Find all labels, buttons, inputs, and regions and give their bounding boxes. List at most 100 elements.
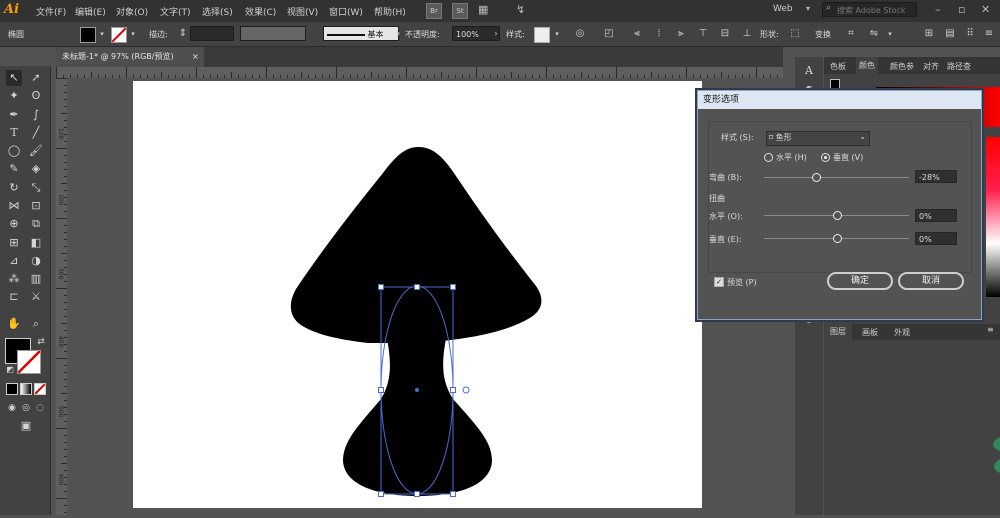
align-top-icon[interactable]: ⊤ [697, 28, 709, 40]
line-tool-icon[interactable]: ╱ [28, 125, 44, 141]
zoom-tool-icon[interactable]: ⌕ [28, 316, 44, 332]
paintbrush-tool-icon[interactable]: 🖌 [28, 143, 44, 159]
symbol-sprayer-tool-icon[interactable]: ⁂ [6, 271, 22, 287]
recolor-artwork-icon[interactable]: ◎ [574, 28, 586, 40]
stroke-weight-field[interactable] [190, 26, 234, 41]
scale-tool-icon[interactable]: ⤡ [28, 180, 44, 196]
fill-chevron-icon[interactable]: ▾ [96, 28, 108, 40]
pen-tool-icon[interactable]: ✒ [6, 107, 22, 123]
align-left-icon[interactable]: ⫷ [631, 28, 643, 40]
horizontal-radio[interactable] [764, 153, 773, 162]
mesh-tool-icon[interactable]: ⊞ [6, 235, 22, 251]
gpu-performance-icon[interactable]: ↯ [516, 3, 525, 16]
column-graph-tool-icon[interactable]: ▥ [28, 271, 44, 287]
color-mode-icon[interactable] [6, 383, 18, 395]
opacity-arrow-icon[interactable]: › [490, 28, 502, 40]
default-colors-icon[interactable]: ◩ [2, 362, 18, 378]
bend-slider-track[interactable] [764, 177, 909, 178]
tab-color-guide[interactable]: 颜色参 [890, 61, 914, 72]
distortion-vertical-field[interactable]: 0% [915, 232, 957, 245]
style-dropdown[interactable]: ⌑ 鱼形 ⌄ [766, 131, 870, 146]
color-ramp[interactable] [986, 137, 1000, 297]
distortion-horizontal-thumb[interactable] [832, 211, 842, 220]
tab-swatches[interactable]: 色板 [830, 61, 846, 72]
brush-chevron-icon[interactable]: ▾ [392, 28, 404, 40]
vertical-radio[interactable] [821, 153, 830, 162]
fill-indicator[interactable] [830, 79, 840, 89]
document-tab[interactable]: 未标题-1* @ 97% (RGB/预览) × [56, 47, 204, 67]
align-vcenter-icon[interactable]: ⊟ [719, 28, 731, 40]
draw-inside-icon[interactable]: ◌ [32, 400, 48, 416]
stroke-swatch[interactable] [111, 27, 127, 43]
screen-mode-icon[interactable]: ▣ [18, 418, 34, 434]
variable-width-profile[interactable] [240, 26, 306, 41]
perspective-grid-tool-icon[interactable]: ⧉ [28, 216, 44, 232]
distortion-vertical-thumb[interactable] [832, 234, 842, 243]
tab-appearance[interactable]: 外观 [894, 327, 910, 338]
menu-view[interactable]: 视图(V) [287, 5, 318, 18]
transform-link[interactable]: 变换 [815, 29, 831, 40]
menu-select[interactable]: 选择(S) [202, 5, 233, 18]
tab-color[interactable]: 颜色 [856, 57, 878, 74]
type-tool-icon[interactable]: T [6, 125, 22, 141]
brush-definition-field[interactable]: 基本 [323, 26, 399, 41]
tab-pathfinder[interactable]: 路径查 [947, 61, 971, 72]
none-mode-icon[interactable] [34, 383, 46, 395]
artboard[interactable] [133, 81, 702, 508]
align-hcenter-icon[interactable]: ⦙ [653, 28, 665, 40]
direct-selection-tool-icon[interactable]: ➚ [28, 70, 44, 86]
character-panel-icon[interactable]: A [801, 63, 817, 79]
isolate-icon[interactable]: ⊞ [923, 28, 935, 40]
menu-type[interactable]: 文字(T) [160, 5, 191, 18]
mushroom-cap[interactable] [290, 147, 542, 343]
eraser-tool-icon[interactable]: ◈ [28, 161, 44, 177]
selection-tool-icon[interactable]: ↖ [6, 70, 22, 86]
width-tool-icon[interactable]: ⋈ [6, 198, 22, 214]
slice-tool-icon[interactable]: ⚔ [28, 289, 44, 305]
style-chevron-icon[interactable]: ▾ [551, 28, 563, 40]
swap-colors-icon[interactable]: ⇄ [33, 334, 49, 350]
align-bottom-icon[interactable]: ⊥ [741, 28, 753, 40]
layers-panel-menu-icon[interactable]: ≡ [987, 325, 994, 334]
ok-button[interactable]: 确定 [827, 272, 893, 290]
hand-tool-icon[interactable]: ✋ [6, 316, 22, 332]
bridge-button[interactable]: Br [426, 3, 442, 19]
panel-options-icon[interactable]: ⠿ [964, 28, 976, 40]
workspace-switcher[interactable]: Web [773, 4, 793, 14]
ellipse-tool-icon[interactable]: ◯ [6, 143, 22, 159]
tab-artboards[interactable]: 画板 [862, 327, 878, 338]
close-tab-icon[interactable]: × [192, 47, 199, 67]
free-transform-tool-icon[interactable]: ⊡ [28, 198, 44, 214]
artboard-tool-icon[interactable]: ⊏ [6, 289, 22, 305]
lasso-tool-icon[interactable]: ʘ [28, 88, 44, 104]
menu-file[interactable]: 文件(F) [36, 5, 66, 18]
align-right-icon[interactable]: ⫸ [675, 28, 687, 40]
shape-properties-icon[interactable]: ⬚ [789, 28, 801, 40]
shape-builder-tool-icon[interactable]: ⊕ [6, 216, 22, 232]
magic-wand-tool-icon[interactable]: ✦ [6, 88, 22, 104]
tab-align[interactable]: 对齐 [923, 61, 939, 72]
stroke-weight-stepper-icon[interactable]: ⇕ [177, 28, 189, 40]
gradient-mode-icon[interactable] [20, 383, 32, 395]
tab-layers[interactable]: 图层 [824, 324, 852, 340]
graphic-style-swatch[interactable] [534, 27, 550, 43]
control-menu-icon[interactable]: ≡ [983, 28, 995, 40]
curvature-tool-icon[interactable]: ∫ [28, 107, 44, 123]
document-setup-icon[interactable]: ▤ [944, 28, 956, 40]
eyedropper-tool-icon[interactable]: ⊿ [6, 253, 22, 269]
transform-icon[interactable]: ⌗ [845, 28, 857, 40]
mushroom-stem[interactable] [343, 333, 492, 496]
flip-icon[interactable]: ⇋ [868, 28, 880, 40]
menu-help[interactable]: 帮助(H) [374, 5, 406, 18]
rotate-tool-icon[interactable]: ↻ [6, 180, 22, 196]
arrange-documents-icon[interactable]: ▦ [478, 3, 488, 16]
close-window-icon[interactable]: ✕ [981, 3, 990, 16]
fill-swatch[interactable] [80, 27, 96, 43]
gradient-tool-icon[interactable]: ◧ [28, 235, 44, 251]
flip-chevron-icon[interactable]: ▾ [884, 28, 896, 40]
bend-field[interactable]: -28% [915, 170, 957, 183]
shaper-tool-icon[interactable]: ✎ [6, 161, 22, 177]
stroke-chevron-icon[interactable]: ▾ [127, 28, 139, 40]
menu-object[interactable]: 对象(O) [116, 5, 148, 18]
blend-tool-icon[interactable]: ◑ [28, 253, 44, 269]
